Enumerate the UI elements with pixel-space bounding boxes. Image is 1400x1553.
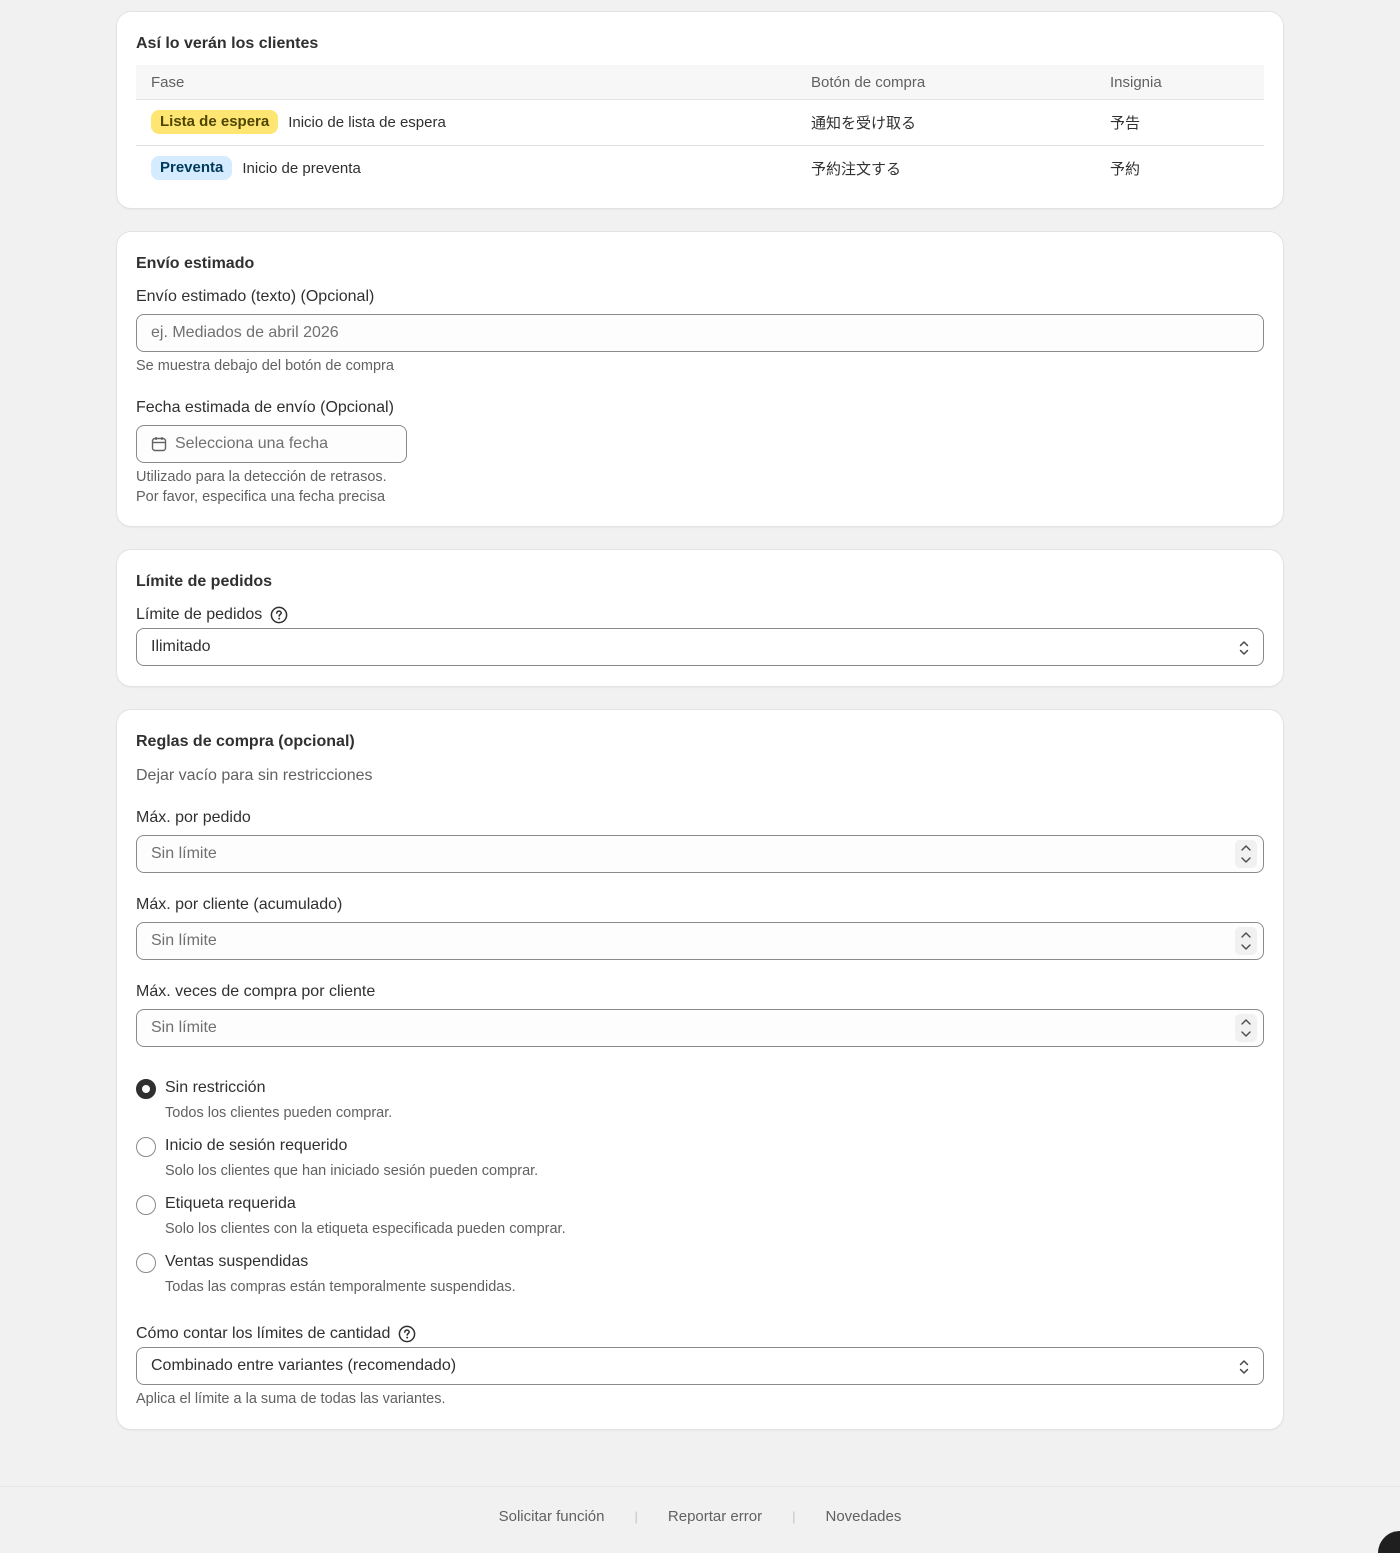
chevron-up-down-icon xyxy=(1237,1357,1251,1377)
radio-label: Etiqueta requerida xyxy=(165,1195,296,1212)
question-circle-icon[interactable] xyxy=(270,606,288,624)
chevron-down-icon xyxy=(1241,857,1251,863)
card-title: Así lo verán los clientes xyxy=(136,35,319,52)
shipping-text-input[interactable]: ej. Mediados de abril 2026 xyxy=(136,314,1264,352)
shipping-text-label: Envío estimado (texto) (Opcional) xyxy=(136,288,374,306)
max-per-order-input[interactable]: Sin límite xyxy=(136,835,1264,873)
question-circle-icon[interactable] xyxy=(398,1325,416,1343)
max-per-customer-input[interactable]: Sin límite xyxy=(136,922,1264,960)
max-times-label: Máx. veces de compra por cliente xyxy=(136,983,375,1001)
label-text: Límite de pedidos xyxy=(136,606,263,623)
radio-label: Ventas suspendidas xyxy=(165,1253,309,1270)
order-limit-select[interactable]: Ilimitado xyxy=(136,628,1264,666)
customer-preview-card: Así lo verán los clientes Fase Botón de … xyxy=(117,12,1283,208)
order-limit-label: Límite de pedidos xyxy=(136,606,288,624)
column-header-badge: Insignia xyxy=(1110,74,1162,91)
number-stepper[interactable] xyxy=(1235,840,1257,868)
insignia-text: 予告 xyxy=(1110,115,1141,132)
footer-separator: | xyxy=(634,1509,638,1524)
buy-button-text: 予約注文する xyxy=(811,161,902,178)
number-stepper[interactable] xyxy=(1235,1014,1257,1042)
footer-link-report-bug[interactable]: Reportar error xyxy=(668,1508,762,1525)
input-placeholder: Sin límite xyxy=(151,845,217,862)
count-method-label: Cómo contar los límites de cantidad xyxy=(136,1325,416,1343)
help-line: Utilizado para la detección de retrasos. xyxy=(136,469,387,485)
input-placeholder: ej. Mediados de abril 2026 xyxy=(151,324,339,341)
select-value: Combinado entre variantes (recomendado) xyxy=(151,1357,457,1374)
radio-label: Inicio de sesión requerido xyxy=(165,1137,348,1154)
label-text: Máx. por pedido xyxy=(136,809,251,826)
order-limit-card: Límite de pedidos Límite de pedidos Ilim… xyxy=(117,550,1283,686)
max-times-input[interactable]: Sin límite xyxy=(136,1009,1264,1047)
table-row: Lista de espera Inicio de lista de esper… xyxy=(136,100,1264,145)
chevron-up-icon xyxy=(1241,845,1251,851)
chevron-up-down-icon xyxy=(1237,638,1251,658)
label-text: Cómo contar los límites de cantidad xyxy=(136,1325,391,1342)
footer-links: Solicitar función | Reportar error | Nov… xyxy=(0,1508,1400,1525)
footer-link-request-feature[interactable]: Solicitar función xyxy=(499,1508,605,1525)
card-title: Reglas de compra (opcional) xyxy=(136,733,355,750)
insignia-text: 予約 xyxy=(1110,161,1141,178)
purchase-rules-card: Reglas de compra (opcional) Dejar vacío … xyxy=(117,710,1283,1429)
radio-button[interactable] xyxy=(136,1253,156,1273)
card-title: Envío estimado xyxy=(136,255,255,272)
status-badge-preorder: Preventa xyxy=(151,156,233,180)
max-per-customer-label: Máx. por cliente (acumulado) xyxy=(136,896,342,914)
radio-button[interactable] xyxy=(136,1079,156,1099)
radio-help: Todos los clientes pueden comprar. xyxy=(165,1105,393,1121)
phase-cell: Preventa Inicio de preventa xyxy=(151,156,361,180)
select-value: Ilimitado xyxy=(151,638,211,655)
estimated-shipping-card: Envío estimado Envío estimado (texto) (O… xyxy=(117,232,1283,526)
number-stepper[interactable] xyxy=(1235,927,1257,955)
input-placeholder: Selecciona una fecha xyxy=(175,435,328,452)
phase-text: Inicio de lista de espera xyxy=(288,113,446,131)
label-text: Máx. por cliente (acumulado) xyxy=(136,896,343,913)
count-method-help: Aplica el límite a la suma de todas las … xyxy=(136,1391,446,1407)
shipping-date-input[interactable]: Selecciona una fecha xyxy=(136,425,407,463)
radio-help: Solo los clientes que han iniciado sesió… xyxy=(165,1163,539,1179)
chevron-up-icon xyxy=(1241,1019,1251,1025)
calendar-icon xyxy=(151,436,167,452)
chevron-up-icon xyxy=(1241,932,1251,938)
table-row: Preventa Inicio de preventa 予約注文する 予約 xyxy=(136,145,1264,190)
card-title: Límite de pedidos xyxy=(136,573,273,590)
shipping-text-help: Se muestra debajo del botón de compra xyxy=(136,358,394,374)
count-method-select[interactable]: Combinado entre variantes (recomendado) xyxy=(136,1347,1264,1385)
label-text: Envío estimado (texto) (Opcional) xyxy=(136,288,375,305)
label-text: Máx. veces de compra por cliente xyxy=(136,983,376,1000)
shipping-date-help: Utilizado para la detección de retrasos.… xyxy=(136,468,387,507)
buy-button-text: 通知を受け取る xyxy=(811,115,917,132)
input-placeholder: Sin límite xyxy=(151,1019,217,1036)
column-header-buy-button: Botón de compra xyxy=(811,74,926,91)
footer-separator: | xyxy=(792,1509,796,1524)
footer: Solicitar función | Reportar error | Nov… xyxy=(0,1486,1400,1553)
radio-button[interactable] xyxy=(136,1137,156,1157)
footer-link-whats-new[interactable]: Novedades xyxy=(825,1508,901,1525)
phase-text: Inicio de preventa xyxy=(242,159,361,177)
max-per-order-label: Máx. por pedido xyxy=(136,809,251,827)
label-text: Fecha estimada de envío (Opcional) xyxy=(136,399,394,416)
radio-label: Sin restricción xyxy=(165,1079,266,1096)
chevron-down-icon xyxy=(1241,1031,1251,1037)
radio-help: Todas las compras están temporalmente su… xyxy=(165,1279,516,1295)
shipping-date-label: Fecha estimada de envío (Opcional) xyxy=(136,399,394,417)
table-header: Fase Botón de compra Insignia xyxy=(136,65,1264,100)
radio-help: Solo los clientes con la etiqueta especi… xyxy=(165,1221,566,1237)
status-badge-waitlist: Lista de espera xyxy=(151,110,279,134)
input-placeholder: Sin límite xyxy=(151,932,217,949)
radio-button[interactable] xyxy=(136,1195,156,1215)
card-subtitle: Dejar vacío para sin restricciones xyxy=(136,767,373,784)
help-line: Por favor, especifica una fecha precisa xyxy=(136,488,386,505)
preview-table: Fase Botón de compra Insignia Lista de e… xyxy=(136,65,1264,190)
column-header-phase: Fase xyxy=(151,74,185,91)
phase-cell: Lista de espera Inicio de lista de esper… xyxy=(151,110,446,134)
chevron-down-icon xyxy=(1241,944,1251,950)
